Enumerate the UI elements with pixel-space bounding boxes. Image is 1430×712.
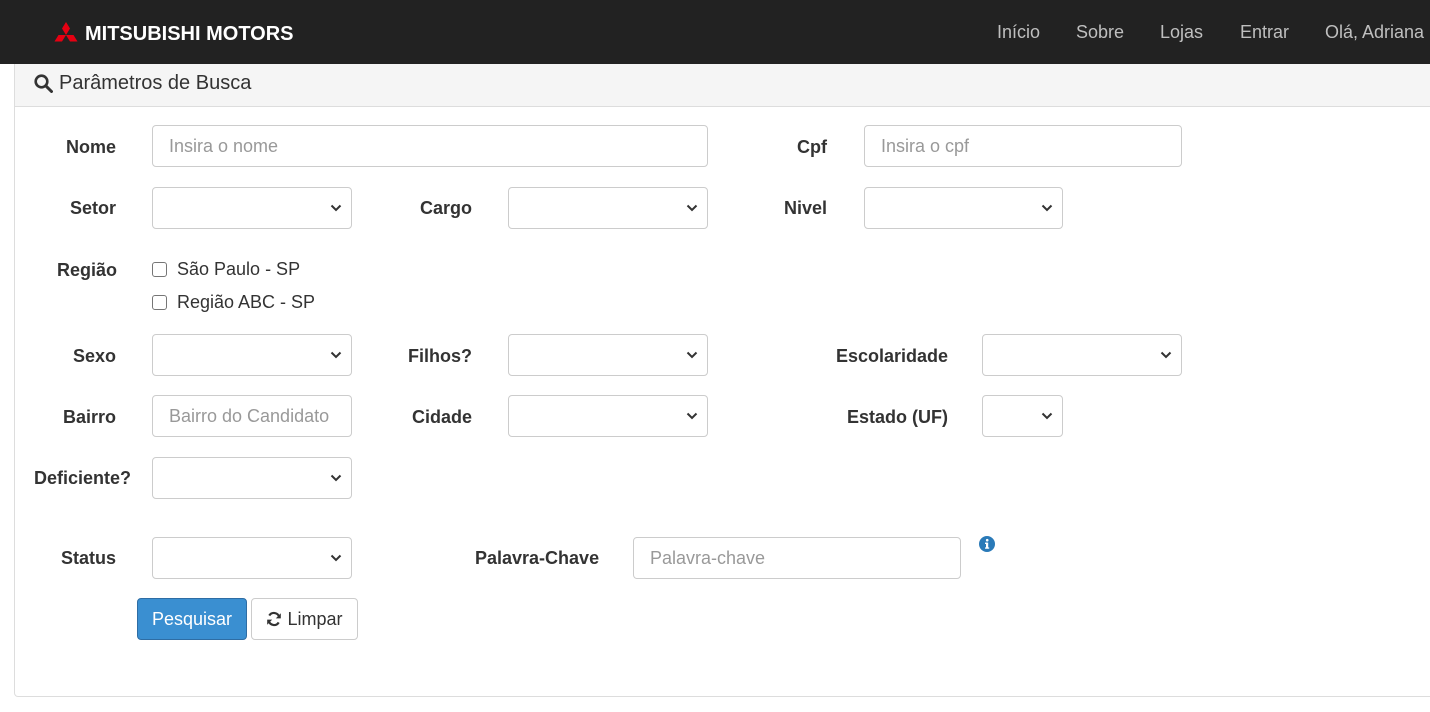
chevron-down-icon [330, 554, 342, 562]
regiao-option-abc[interactable]: Região ABC - SP [152, 292, 315, 313]
regiao-label: Região [57, 260, 118, 280]
panel-title-text: Parâmetros de Busca [59, 72, 252, 94]
search-icon [34, 73, 53, 93]
clear-button[interactable]: Limpar [251, 598, 358, 640]
status-select[interactable] [152, 537, 352, 579]
checkbox-label: São Paulo - SP [177, 259, 301, 279]
palavra-chave-input[interactable] [633, 537, 961, 579]
panel-title: Parâmetros de Busca [34, 71, 251, 95]
deficiente-label: Deficiente? [34, 468, 132, 488]
cidade-label: Cidade [412, 407, 473, 427]
brand-name: MITSUBISHI MOTORS [85, 23, 294, 45]
chevron-down-icon [330, 351, 342, 359]
search-button[interactable]: Pesquisar [137, 598, 247, 640]
estado-select[interactable] [982, 395, 1063, 437]
cargo-select[interactable] [508, 187, 708, 229]
nav-user-greeting[interactable]: Olá, Adriana [1325, 21, 1424, 43]
palavra-chave-label: Palavra-Chave [475, 548, 600, 568]
cpf-label: Cpf [797, 137, 827, 157]
bairro-label: Bairro [63, 407, 117, 427]
chevron-down-icon [1041, 204, 1053, 212]
escolaridade-select[interactable] [982, 334, 1182, 376]
setor-select[interactable] [152, 187, 352, 229]
estado-label: Estado (UF) [847, 407, 948, 427]
panel-heading: Parâmetros de Busca [15, 64, 1430, 107]
bairro-input[interactable] [152, 395, 352, 437]
regiao-option-sao-paulo[interactable]: São Paulo - SP [152, 259, 300, 280]
setor-label: Setor [70, 198, 117, 218]
filhos-label: Filhos? [408, 346, 472, 366]
sexo-label: Sexo [73, 346, 117, 366]
refresh-icon [267, 611, 282, 627]
navbar: MITSUBISHI MOTORS Início Sobre Lojas Ent… [0, 0, 1430, 64]
chevron-down-icon [686, 412, 698, 420]
nav-entrar[interactable]: Entrar [1240, 21, 1289, 43]
nome-label: Nome [66, 137, 117, 157]
deficiente-select[interactable] [152, 457, 352, 499]
nivel-label: Nivel [784, 198, 828, 218]
clear-button-label: Limpar [287, 608, 343, 629]
mitsubishi-diamonds-icon [54, 22, 78, 42]
chevron-down-icon [686, 351, 698, 359]
cidade-select[interactable] [508, 395, 708, 437]
info-icon[interactable] [979, 536, 995, 552]
checkbox-label: Região ABC - SP [177, 292, 316, 312]
brand-logo[interactable]: MITSUBISHI MOTORS [53, 20, 294, 48]
filhos-select[interactable] [508, 334, 708, 376]
nivel-select[interactable] [864, 187, 1063, 229]
chevron-down-icon [1160, 351, 1172, 359]
chevron-down-icon [330, 204, 342, 212]
cargo-label: Cargo [420, 198, 473, 218]
nav-inicio[interactable]: Início [997, 21, 1040, 43]
nav-lojas[interactable]: Lojas [1160, 21, 1203, 43]
nav-sobre[interactable]: Sobre [1076, 21, 1124, 43]
sexo-select[interactable] [152, 334, 352, 376]
escolaridade-label: Escolaridade [836, 346, 949, 366]
chevron-down-icon [330, 474, 342, 482]
chevron-down-icon [686, 204, 698, 212]
status-label: Status [61, 548, 117, 568]
chevron-down-icon [1041, 412, 1053, 420]
nome-input[interactable] [152, 125, 708, 167]
checkbox[interactable] [152, 262, 167, 277]
cpf-input[interactable] [864, 125, 1182, 167]
checkbox[interactable] [152, 295, 167, 310]
